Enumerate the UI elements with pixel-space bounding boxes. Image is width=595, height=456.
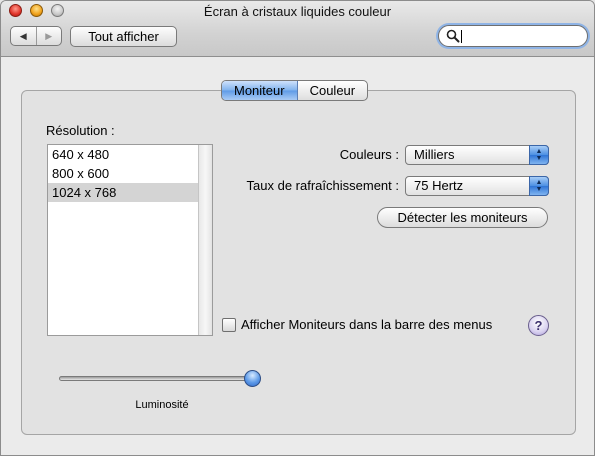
- show-in-menubar-label[interactable]: Afficher Moniteurs dans la barre des men…: [241, 317, 492, 332]
- list-item[interactable]: 800 x 600: [48, 164, 199, 183]
- resolution-label: Résolution :: [46, 123, 115, 138]
- refresh-rate-popup-value: 75 Hertz: [414, 178, 464, 193]
- tab-bar: Moniteur Couleur: [221, 80, 369, 101]
- show-all-button[interactable]: Tout afficher: [70, 26, 177, 47]
- show-in-menubar-checkbox[interactable]: [222, 318, 236, 332]
- titlebar: Écran à cristaux liquides couleur ◀ ▶ To…: [1, 1, 594, 57]
- text-caret: [461, 30, 462, 43]
- brightness-slider-track[interactable]: [59, 376, 254, 381]
- list-scrollbar[interactable]: [198, 145, 212, 335]
- magnifier-icon: [446, 29, 460, 43]
- help-button[interactable]: ?: [528, 315, 549, 336]
- colors-label: Couleurs :: [339, 147, 399, 162]
- refresh-rate-label: Taux de rafraîchissement :: [246, 178, 399, 193]
- colors-popup[interactable]: Milliers ▲ ▼: [405, 145, 549, 165]
- popup-arrows-icon: ▲ ▼: [529, 145, 549, 165]
- window-title: Écran à cristaux liquides couleur: [203, 4, 392, 19]
- back-forward-control: ◀ ▶: [10, 26, 62, 46]
- brightness-label: Luminosité: [135, 399, 189, 411]
- popup-arrows-icon: ▲ ▼: [529, 176, 549, 196]
- list-item[interactable]: 640 x 480: [48, 145, 199, 164]
- tab-moniteur[interactable]: Moniteur: [222, 81, 298, 100]
- back-icon[interactable]: ◀: [11, 27, 37, 45]
- list-item-selected[interactable]: 1024 x 768: [48, 183, 199, 202]
- detect-displays-button[interactable]: Détecter les moniteurs: [377, 207, 548, 228]
- colors-popup-value: Milliers: [414, 147, 455, 162]
- resolution-list[interactable]: 640 x 480 800 x 600 1024 x 768: [47, 144, 213, 336]
- refresh-rate-popup[interactable]: 75 Hertz ▲ ▼: [405, 176, 549, 196]
- forward-icon[interactable]: ▶: [37, 27, 62, 45]
- tab-couleur[interactable]: Couleur: [298, 81, 368, 100]
- preferences-window: Écran à cristaux liquides couleur ◀ ▶ To…: [0, 0, 595, 456]
- brightness-slider-knob[interactable]: [244, 370, 261, 387]
- search-field[interactable]: [438, 25, 588, 47]
